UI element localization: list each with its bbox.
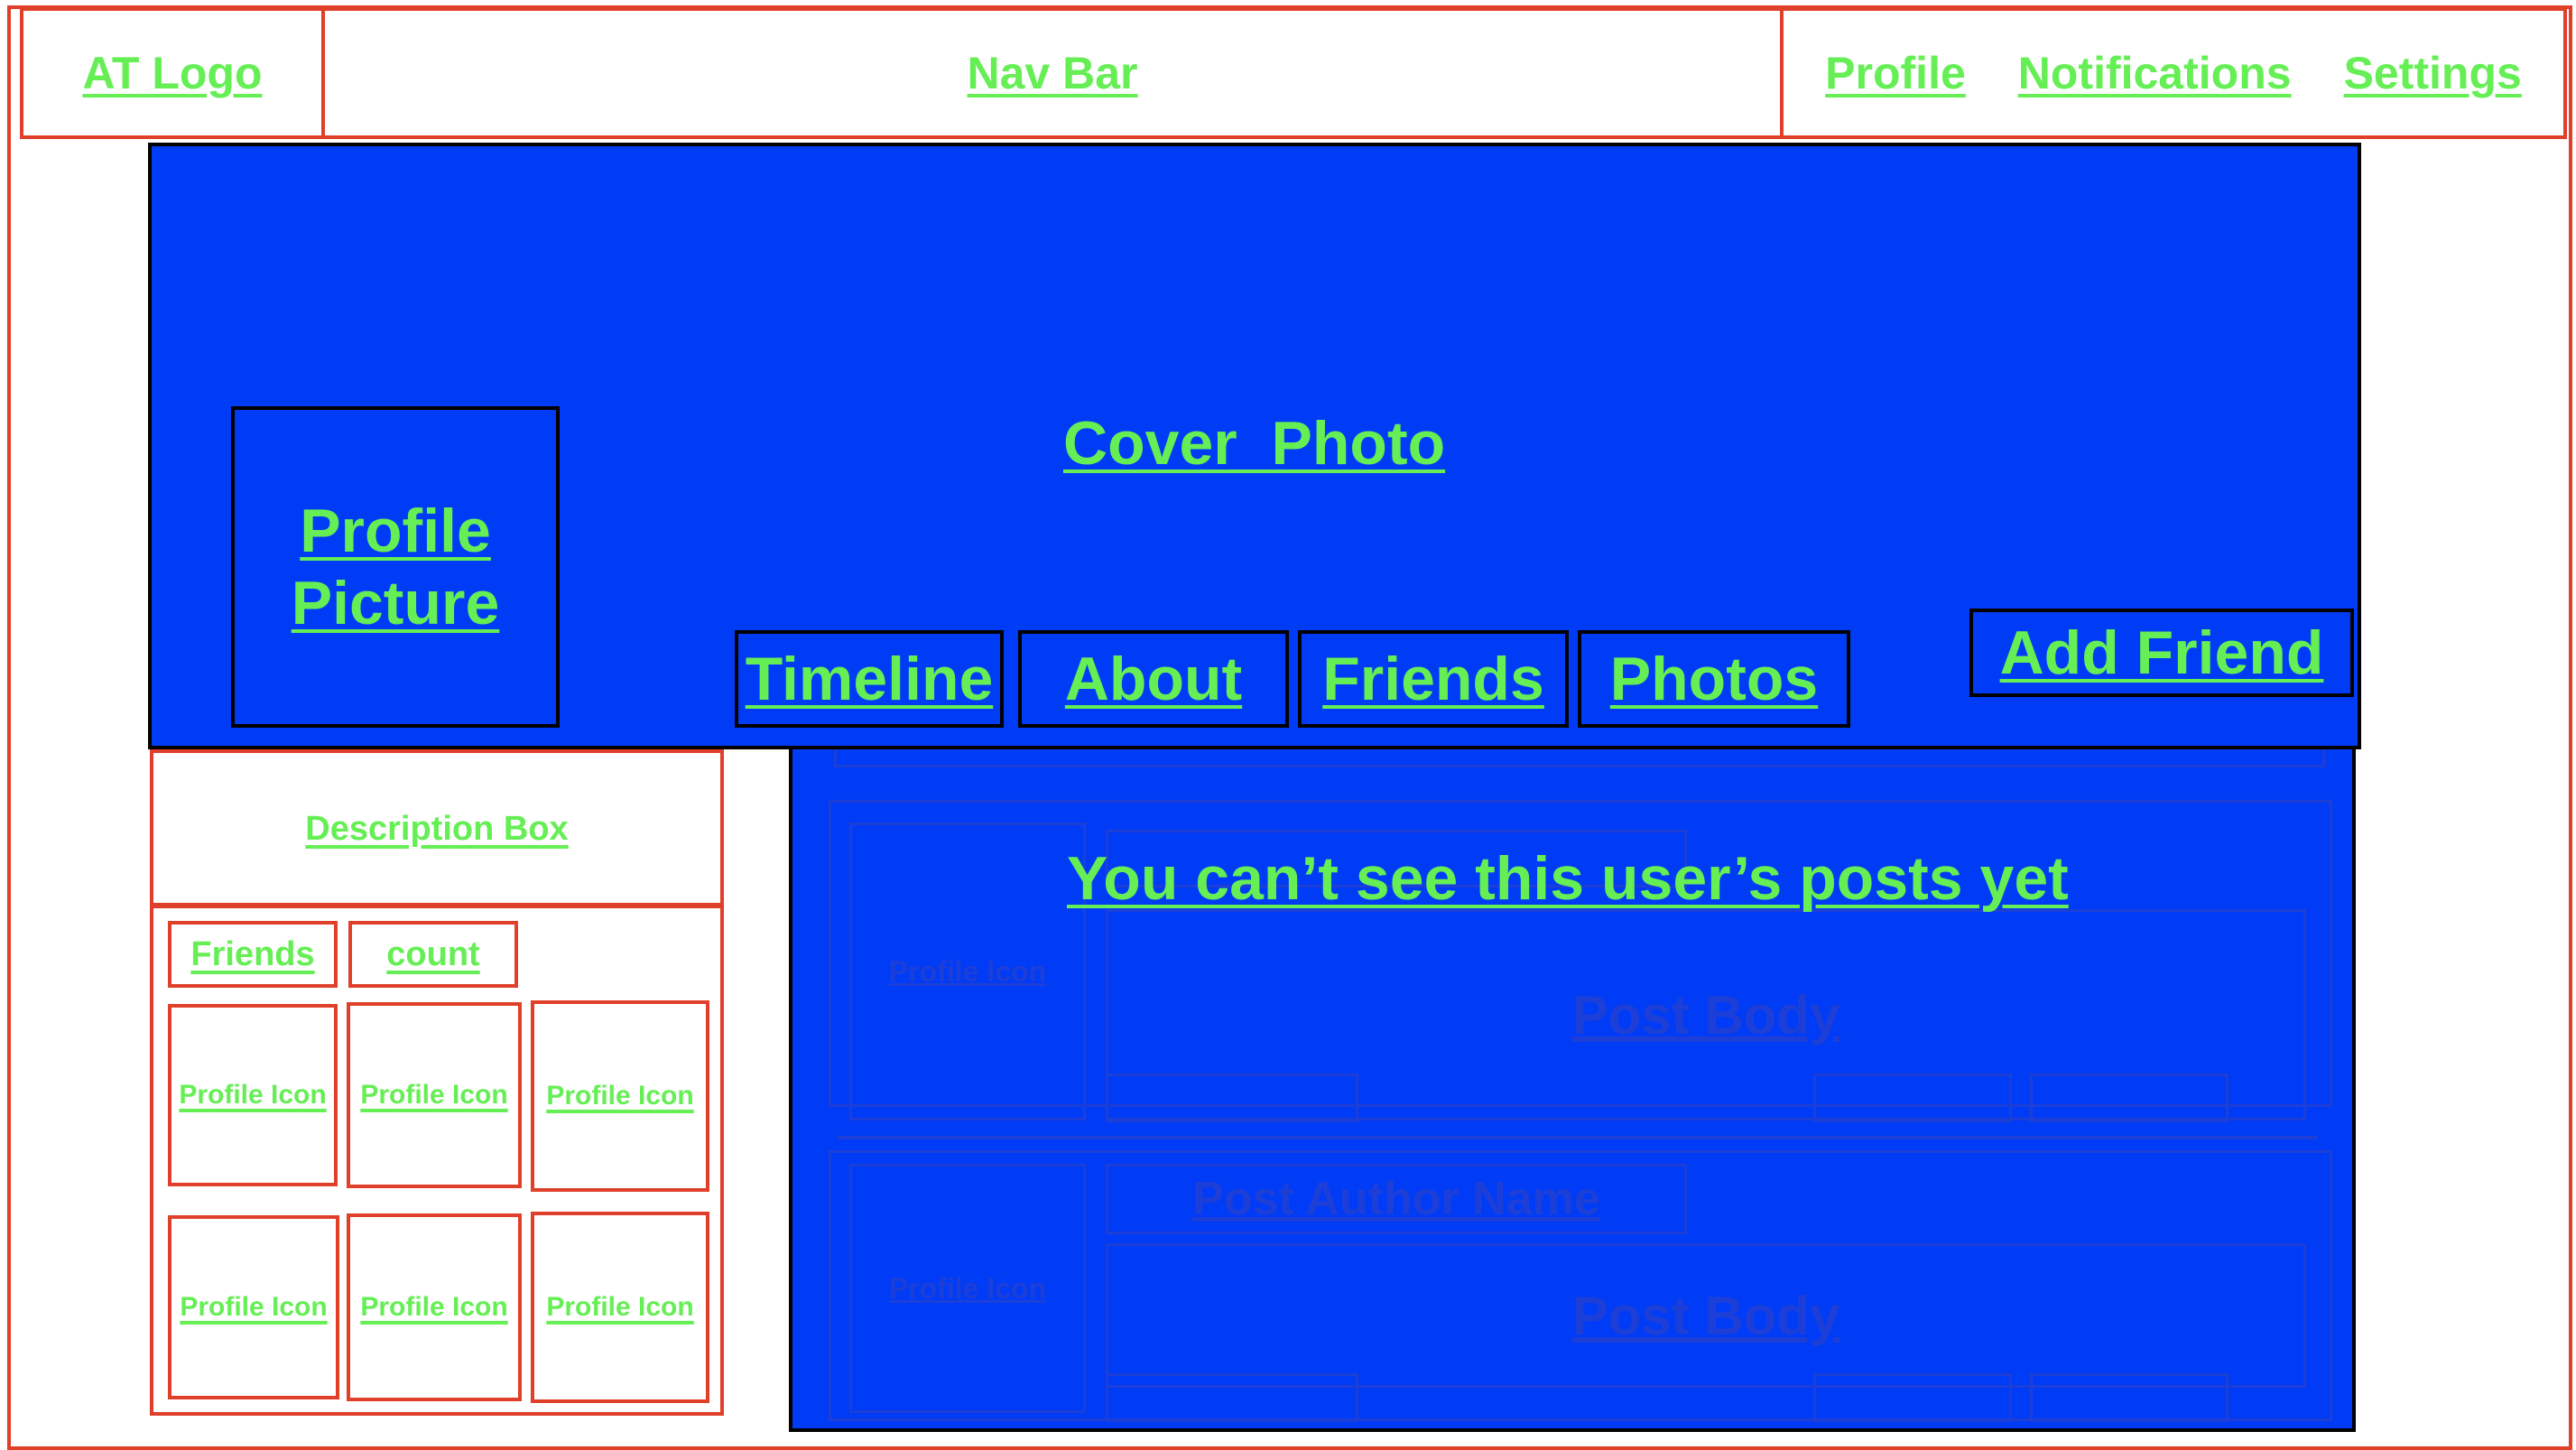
posts-feed: Profile Icon Post Body Profile Icon Post…	[789, 695, 2356, 1432]
add-friend-label[interactable]: Add Friend	[2000, 618, 2324, 688]
ghost-post-time-box	[1106, 1074, 1358, 1122]
friend-profile-icon[interactable]: Profile Icon	[347, 1002, 522, 1188]
ghost-post-body-2: Post Body	[1571, 1285, 1840, 1346]
tab-friends-label[interactable]: Friends	[1322, 644, 1544, 714]
friend-profile-icon-label[interactable]: Profile Icon	[546, 1081, 693, 1111]
friends-count: count	[386, 934, 480, 973]
friend-profile-icon[interactable]: Profile Icon	[531, 1212, 709, 1403]
ghost-post-author-box-2: Post Author Name	[1106, 1164, 1687, 1234]
profile-picture[interactable]: Profile Picture	[231, 406, 560, 728]
ghost-post-comment-box-2	[1813, 1373, 2012, 1422]
friend-profile-icon[interactable]: Profile Icon	[168, 1004, 338, 1186]
ghost-post-body: Post Body	[1571, 984, 1840, 1046]
ghost-post-comment-box	[1813, 1074, 2012, 1122]
ghost-post-card-2: Profile Icon Post Author Name Post Body	[829, 1150, 2332, 1422]
ghost-post-time-box-2	[1106, 1373, 1358, 1422]
settings-link[interactable]: Settings	[2344, 47, 2522, 99]
friends-label[interactable]: Friends	[190, 935, 314, 974]
add-friend-button[interactable]: Add Friend	[1969, 609, 2354, 697]
notifications-link[interactable]: Notifications	[2018, 47, 2292, 99]
tab-photos-label[interactable]: Photos	[1610, 644, 1818, 714]
tab-friends[interactable]: Friends	[1298, 630, 1569, 728]
tab-about[interactable]: About	[1018, 630, 1289, 728]
tab-timeline[interactable]: Timeline	[735, 630, 1004, 728]
friend-profile-icon-label[interactable]: Profile Icon	[180, 1292, 327, 1323]
profile-picture-label[interactable]: Profile Picture	[278, 495, 513, 639]
friend-profile-icon-label[interactable]: Profile Icon	[546, 1292, 693, 1323]
posts-locked-message: You can’t see this user’s posts yet	[1067, 844, 2069, 913]
friend-profile-icon-label[interactable]: Profile Icon	[360, 1080, 507, 1111]
friend-profile-icon-label[interactable]: Profile Icon	[179, 1080, 326, 1111]
tab-photos[interactable]: Photos	[1578, 630, 1850, 728]
ghost-post-like-box-2	[2030, 1373, 2229, 1422]
cover-photo: Cover Photo Profile Picture Timeline Abo…	[148, 143, 2361, 749]
cover-photo-label[interactable]: Cover Photo	[1063, 408, 1445, 479]
friends-count-box: count	[348, 921, 518, 988]
header-links-box: Profile Notifications Settings	[1780, 7, 2567, 139]
description-box: Description Box	[150, 749, 724, 908]
ghost-post-profile-icon: Profile Icon	[888, 954, 1047, 988]
ghost-post-like-box	[2030, 1074, 2229, 1122]
friend-profile-icon-label[interactable]: Profile Icon	[360, 1292, 507, 1323]
ghost-post-divider	[838, 1136, 2318, 1139]
ghost-post-icon-box: Profile Icon	[849, 823, 1086, 1120]
friend-profile-icon[interactable]: Profile Icon	[531, 1000, 709, 1192]
ghost-post-author: Post Author Name	[1192, 1173, 1600, 1225]
ghost-post-body-box-2: Post Body	[1106, 1243, 2306, 1388]
friends-label-box[interactable]: Friends	[168, 921, 338, 988]
tab-timeline-label[interactable]: Timeline	[746, 644, 994, 714]
nav-bar-link[interactable]: Nav Bar	[968, 47, 1138, 99]
nav-bar[interactable]: Nav Bar	[321, 7, 1784, 139]
friend-profile-icon[interactable]: Profile Icon	[347, 1213, 522, 1401]
ghost-post-profile-icon-2: Profile Icon	[888, 1271, 1047, 1305]
profile-link[interactable]: Profile	[1825, 47, 1966, 99]
ghost-post-icon-box-2: Profile Icon	[849, 1164, 1086, 1413]
friend-profile-icon[interactable]: Profile Icon	[168, 1215, 339, 1399]
logo-link[interactable]: AT Logo	[83, 47, 263, 99]
description-box-label[interactable]: Description Box	[305, 810, 568, 849]
logo-box[interactable]: AT Logo	[20, 7, 325, 139]
tab-about-label[interactable]: About	[1065, 644, 1242, 714]
